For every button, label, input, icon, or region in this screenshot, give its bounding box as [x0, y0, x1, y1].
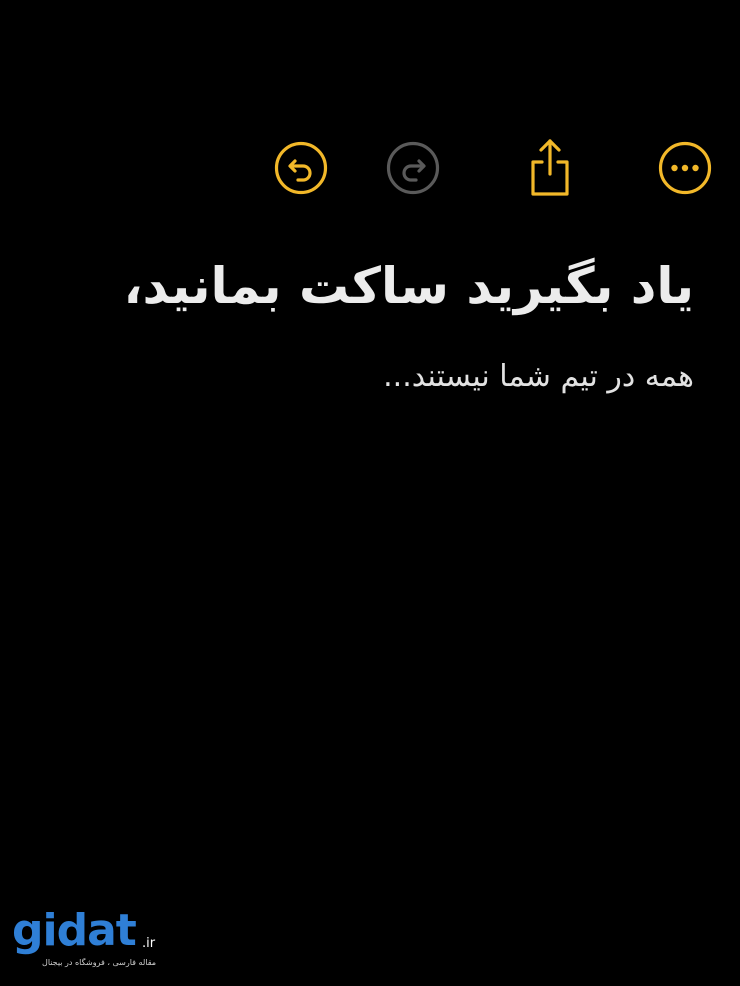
gidat-watermark: gidat .ir مقاله فارسی ، فروشگاه در بیجنا… [12, 906, 172, 980]
more-icon [658, 141, 712, 195]
more-options-button[interactable] [655, 138, 715, 198]
redo-icon [386, 141, 440, 195]
note-title[interactable]: یاد بگیرید ساکت بمانید، [34, 248, 694, 324]
note-body[interactable]: همه در تیم شما نیستند... [34, 354, 694, 400]
share-icon [531, 139, 569, 196]
redo-button[interactable] [383, 138, 443, 198]
note-content[interactable]: یاد بگیرید ساکت بمانید، همه در تیم شما ن… [34, 248, 694, 400]
notes-toolbar [0, 138, 740, 198]
gidat-tagline: مقاله فارسی ، فروشگاه در بیجنال [42, 958, 157, 967]
share-button[interactable] [520, 138, 580, 198]
gidat-logo-tld: .ir [142, 936, 156, 951]
undo-button[interactable] [271, 138, 331, 198]
gidat-logo: gidat [12, 905, 137, 956]
undo-icon [274, 141, 328, 195]
